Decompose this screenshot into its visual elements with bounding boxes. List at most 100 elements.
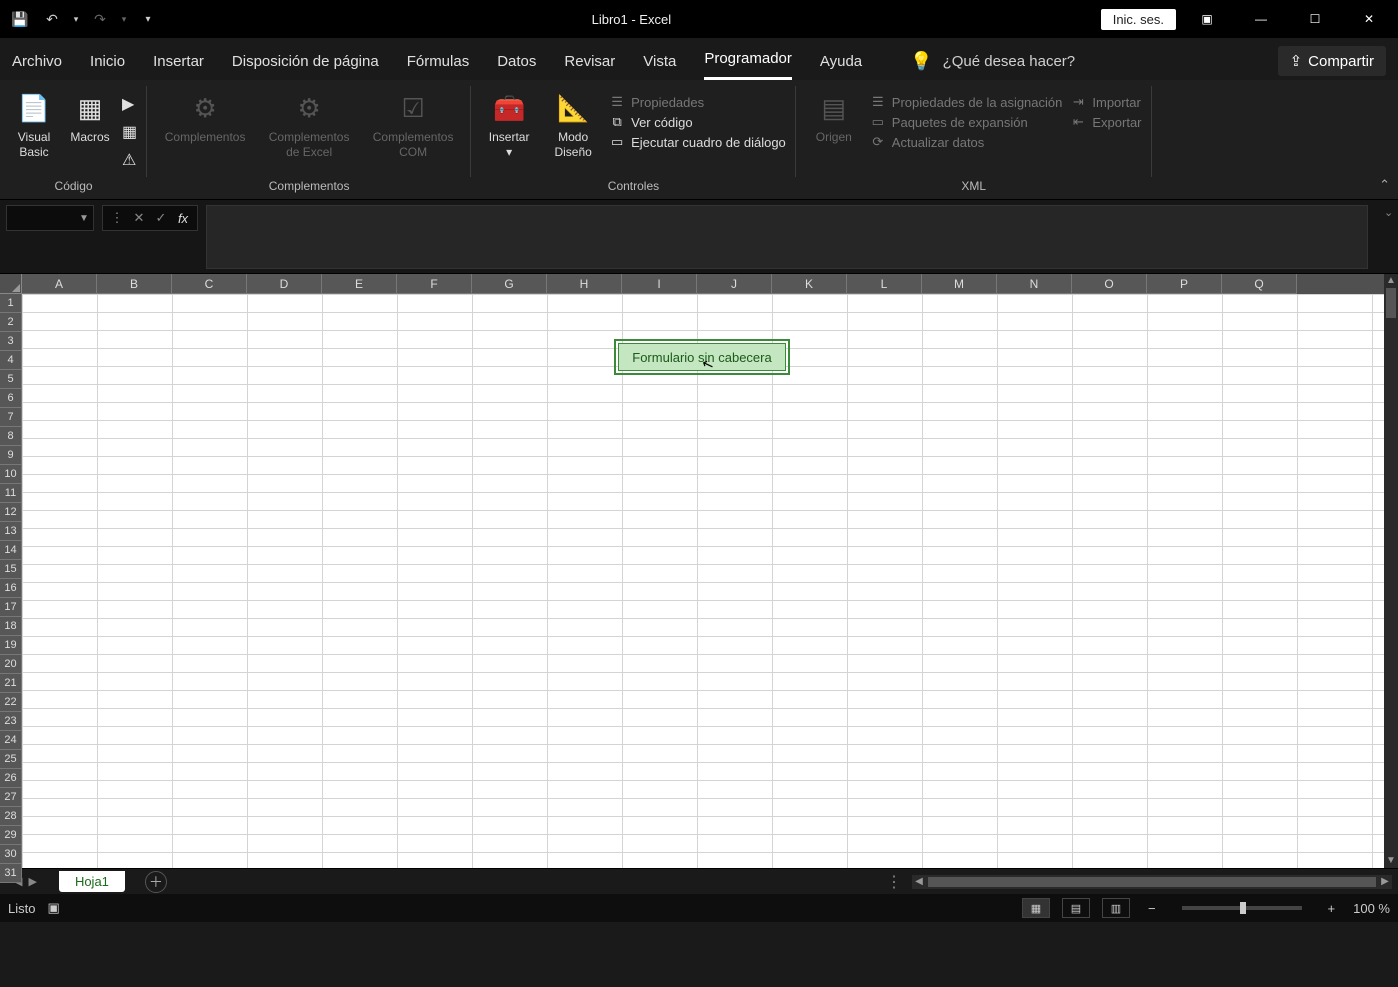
column-header[interactable]: M <box>922 274 997 294</box>
form-control-button[interactable]: Formulario sin cabecera <box>618 343 786 371</box>
row-header[interactable]: 21 <box>0 674 22 693</box>
row-header[interactable]: 16 <box>0 579 22 598</box>
column-header[interactable]: B <box>97 274 172 294</box>
tab-archivo[interactable]: Archivo <box>12 47 62 80</box>
zoom-level[interactable]: 100 % <box>1353 901 1390 916</box>
tab-inicio[interactable]: Inicio <box>90 47 125 80</box>
ribbon-display-options-icon[interactable]: ▣ <box>1184 0 1230 38</box>
name-box-dropdown-icon[interactable]: ▼ <box>75 213 93 224</box>
actualizar-datos-button[interactable]: ⟳Actualizar datos <box>870 134 1063 150</box>
row-header[interactable]: 5 <box>0 370 22 389</box>
name-box[interactable]: ▼ <box>6 205 94 231</box>
minimize-button[interactable]: ― <box>1238 0 1284 38</box>
column-header[interactable]: G <box>472 274 547 294</box>
hscroll-thumb[interactable] <box>928 877 1376 887</box>
column-header[interactable]: N <box>997 274 1072 294</box>
ejecutar-dialogo-button[interactable]: ▭Ejecutar cuadro de diálogo <box>609 134 786 150</box>
macros-button[interactable]: ▦ Macros <box>66 88 114 145</box>
close-button[interactable]: ✕ <box>1346 0 1392 38</box>
row-header[interactable]: 10 <box>0 465 22 484</box>
save-icon[interactable]: 💾 <box>6 5 34 33</box>
row-header[interactable]: 20 <box>0 655 22 674</box>
tab-disposicion[interactable]: Disposición de página <box>232 47 379 80</box>
row-header[interactable]: 31 <box>0 864 22 883</box>
scroll-down-icon[interactable]: ▼ <box>1384 854 1398 868</box>
tab-insertar[interactable]: Insertar <box>153 47 204 80</box>
row-header[interactable]: 29 <box>0 826 22 845</box>
tab-vista[interactable]: Vista <box>643 47 676 80</box>
row-header[interactable]: 27 <box>0 788 22 807</box>
macro-security-icon[interactable]: ⚠ <box>122 150 137 170</box>
row-header[interactable]: 18 <box>0 617 22 636</box>
column-header[interactable]: I <box>622 274 697 294</box>
expand-formula-bar-icon[interactable]: ⌄ <box>1384 200 1398 219</box>
row-header[interactable]: 6 <box>0 389 22 408</box>
cells-area[interactable]: Formulario sin cabecera ↖ <box>22 294 1384 868</box>
visual-basic-button[interactable]: 📄 Visual Basic <box>10 88 58 160</box>
macro-recorder-icon[interactable]: ▣ <box>47 900 59 916</box>
row-header[interactable]: 12 <box>0 503 22 522</box>
add-sheet-button[interactable]: ＋ <box>145 871 167 893</box>
insertar-control-button[interactable]: 🧰 Insertar▾ <box>481 88 537 160</box>
tab-datos[interactable]: Datos <box>497 47 536 80</box>
sheet-next-icon[interactable]: ▶ <box>28 875 36 888</box>
scroll-up-icon[interactable]: ▲ <box>1384 274 1398 288</box>
prop-asignacion-button[interactable]: ☰Propiedades de la asignación <box>870 94 1063 110</box>
modo-diseno-button[interactable]: 📐 Modo Diseño <box>545 88 601 160</box>
row-header[interactable]: 25 <box>0 750 22 769</box>
zoom-slider[interactable] <box>1182 906 1302 910</box>
normal-view-button[interactable]: ▦ <box>1022 898 1050 918</box>
tab-programador[interactable]: Programador <box>704 44 792 80</box>
column-header[interactable]: Q <box>1222 274 1297 294</box>
page-layout-view-button[interactable]: ▤ <box>1062 898 1090 918</box>
zoom-thumb[interactable] <box>1240 902 1246 914</box>
row-header[interactable]: 8 <box>0 427 22 446</box>
row-header[interactable]: 30 <box>0 845 22 864</box>
origen-button[interactable]: ▤ Origen <box>806 88 862 145</box>
redo-dropdown-icon[interactable]: ▾ <box>118 5 130 33</box>
column-header[interactable]: F <box>397 274 472 294</box>
horizontal-scrollbar[interactable]: ◀ ▶ <box>912 875 1392 889</box>
tab-ayuda[interactable]: Ayuda <box>820 47 862 80</box>
undo-icon[interactable]: ↶ <box>38 5 66 33</box>
row-header[interactable]: 19 <box>0 636 22 655</box>
formula-input[interactable] <box>206 205 1368 269</box>
column-header[interactable]: E <box>322 274 397 294</box>
scroll-left-icon[interactable]: ◀ <box>912 876 926 887</box>
relative-reference-icon[interactable]: ▦ <box>122 122 137 142</box>
page-break-view-button[interactable]: ▥ <box>1102 898 1130 918</box>
tab-revisar[interactable]: Revisar <box>564 47 615 80</box>
column-header[interactable]: D <box>247 274 322 294</box>
row-header[interactable]: 9 <box>0 446 22 465</box>
row-header[interactable]: 28 <box>0 807 22 826</box>
column-header[interactable]: H <box>547 274 622 294</box>
zoom-out-button[interactable]: − <box>1142 901 1162 916</box>
column-header[interactable]: A <box>22 274 97 294</box>
vertical-scrollbar[interactable]: ▲ ▼ <box>1384 274 1398 868</box>
sheet-tab-hoja1[interactable]: Hoja1 <box>59 871 125 892</box>
column-header[interactable]: O <box>1072 274 1147 294</box>
importar-button[interactable]: ⇥Importar <box>1070 94 1141 110</box>
sheet-options-icon[interactable]: ⋮ <box>886 872 904 892</box>
collapse-ribbon-icon[interactable]: ⌃ <box>1375 173 1394 197</box>
row-header[interactable]: 4 <box>0 351 22 370</box>
row-header[interactable]: 3 <box>0 332 22 351</box>
row-header[interactable]: 17 <box>0 598 22 617</box>
row-header[interactable]: 22 <box>0 693 22 712</box>
paquetes-expansion-button[interactable]: ▭Paquetes de expansión <box>870 114 1063 130</box>
column-header[interactable]: L <box>847 274 922 294</box>
column-header[interactable]: K <box>772 274 847 294</box>
column-header[interactable]: J <box>697 274 772 294</box>
row-header[interactable]: 15 <box>0 560 22 579</box>
row-header[interactable]: 24 <box>0 731 22 750</box>
exportar-button[interactable]: ⇤Exportar <box>1070 114 1141 130</box>
row-header[interactable]: 11 <box>0 484 22 503</box>
record-macro-icon[interactable]: ▶ <box>122 94 137 114</box>
complementos-excel-button[interactable]: ⚙ Complementos de Excel <box>261 88 357 160</box>
vscroll-thumb[interactable] <box>1386 288 1396 318</box>
tab-formulas[interactable]: Fórmulas <box>407 47 470 80</box>
row-header[interactable]: 13 <box>0 522 22 541</box>
sign-in-button[interactable]: Inic. ses. <box>1101 9 1176 30</box>
customize-qat-icon[interactable]: ▾ <box>134 5 162 33</box>
row-header[interactable]: 2 <box>0 313 22 332</box>
